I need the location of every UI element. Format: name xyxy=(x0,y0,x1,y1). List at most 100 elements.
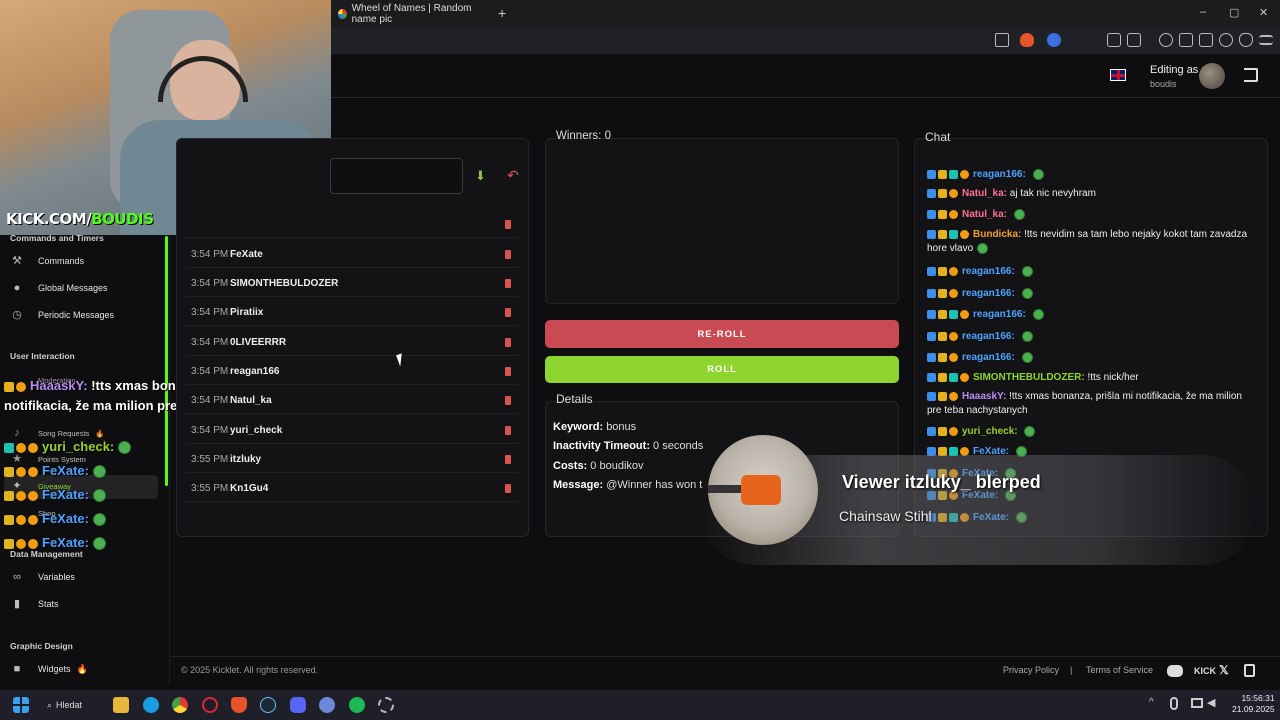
opera-icon[interactable] xyxy=(202,697,218,713)
table-row: 3:54 PM SIMONTHEBULDOZER xyxy=(186,271,519,297)
volume-icon[interactable]: ◀ xyxy=(1207,696,1215,709)
leo-ai-icon[interactable] xyxy=(1219,33,1233,47)
discord-taskbar-icon[interactable] xyxy=(290,697,306,713)
network-icon[interactable] xyxy=(1191,698,1203,708)
share-icon[interactable] xyxy=(995,33,1009,47)
detail-timeout: Inactivity Timeout: 0 seconds xyxy=(553,440,704,452)
chat-title: Chat xyxy=(925,130,951,144)
delete-icon[interactable] xyxy=(505,426,511,435)
entry-name: Piratiix xyxy=(230,307,264,318)
roll-button[interactable]: ROLL xyxy=(545,356,899,383)
sidebar-item-stats[interactable]: ▮ Stats xyxy=(10,596,59,612)
winners-count: Winners: 0 xyxy=(556,130,611,142)
taskbar xyxy=(0,690,1280,720)
entry-input[interactable] xyxy=(330,158,463,194)
delete-icon[interactable] xyxy=(505,455,511,464)
fire-icon: 🔥 xyxy=(95,428,105,438)
brave-icon[interactable] xyxy=(231,697,247,713)
clock[interactable]: 15:56:31 21.09.2025 xyxy=(1232,693,1275,715)
app-icon[interactable] xyxy=(319,697,335,713)
sidebar-item-periodic-messages[interactable]: ◷ Periodic Messages xyxy=(10,307,114,323)
emote-icon xyxy=(118,441,132,455)
microphone-icon[interactable] xyxy=(1170,697,1178,710)
chat-message: reagan166: xyxy=(927,330,1257,344)
delete-icon[interactable] xyxy=(505,396,511,405)
screenshot-icon[interactable] xyxy=(1127,33,1141,47)
sidebar-toggle-icon[interactable] xyxy=(1179,33,1193,47)
new-tab-button[interactable]: + xyxy=(498,5,506,21)
table-row: 3:55 PM Kn1Gu4 xyxy=(186,476,519,502)
taskbar-search[interactable]: ⌕ Hledat xyxy=(47,696,103,714)
extension-icon[interactable] xyxy=(1047,33,1061,47)
download-icon[interactable]: ⬇ xyxy=(475,168,486,184)
sidebar-item-widgets[interactable]: ■ Widgets 🔥 xyxy=(10,661,88,677)
extensions-icon[interactable] xyxy=(1107,33,1121,47)
hammer-icon: ⚒ xyxy=(12,255,22,267)
delete-icon[interactable] xyxy=(505,367,511,376)
user-badges xyxy=(927,209,958,219)
kick-watermark: KICK.COM/BOUDIS xyxy=(6,210,154,228)
file-explorer-icon[interactable] xyxy=(113,697,129,713)
steam-icon[interactable] xyxy=(260,697,276,713)
detail-keyword: Keyword: bonus xyxy=(553,421,637,433)
undo-icon[interactable]: ↶ xyxy=(507,167,519,184)
sidebar-item-variables[interactable]: ∞ Variables xyxy=(10,569,75,585)
delete-icon[interactable] xyxy=(505,338,511,347)
reroll-button[interactable]: RE-ROLL xyxy=(545,320,899,348)
brave-shield-icon[interactable] xyxy=(1020,33,1034,47)
delete-icon[interactable] xyxy=(505,308,511,317)
document-icon[interactable] xyxy=(1244,664,1255,677)
user-badges xyxy=(927,229,969,239)
close-window-button[interactable]: ✕ xyxy=(1259,6,1268,19)
spotify-icon[interactable] xyxy=(349,697,365,713)
menu-icon[interactable] xyxy=(1259,35,1273,45)
vpn-icon[interactable] xyxy=(1239,33,1253,47)
delete-icon[interactable] xyxy=(505,484,511,493)
terms-link[interactable]: Terms of Service xyxy=(1086,665,1153,675)
user-badges xyxy=(927,309,969,319)
chat-username: reagan166: xyxy=(973,169,1026,180)
clock-icon: ◷ xyxy=(12,309,22,321)
chat-message: Natul_ka: aj tak nic nevyhram xyxy=(927,187,1257,201)
chrome-icon[interactable] xyxy=(172,697,188,713)
browser-tab[interactable]: Wheel of Names | Random name pic xyxy=(332,3,492,25)
obs-icon[interactable] xyxy=(378,697,394,713)
entry-name: yuri_check xyxy=(230,425,283,436)
tray-chevron-icon[interactable]: ^ xyxy=(1149,697,1154,708)
bar-chart-icon: ▮ xyxy=(13,598,21,610)
windows-start-icon[interactable] xyxy=(13,697,29,713)
language-flag-icon[interactable] xyxy=(1110,69,1126,81)
delete-icon[interactable] xyxy=(505,279,511,288)
maximize-button[interactable]: ▢ xyxy=(1229,6,1239,19)
sidebar-heading-data: Data Management xyxy=(10,549,83,559)
sidebar-item-label: Widgets xyxy=(38,664,71,674)
delete-icon[interactable] xyxy=(505,250,511,259)
alert-title: Viewer itzluky_ blerped xyxy=(842,472,1041,492)
table-row: 3:54 PM yuri_check xyxy=(186,418,519,444)
avatar[interactable] xyxy=(1199,63,1225,89)
sidebar-item-global-messages[interactable]: ● Global Messages xyxy=(10,280,108,296)
entry-name: SIMONTHEBULDOZER xyxy=(230,278,339,289)
saw-body xyxy=(741,475,781,505)
sidebar-scrollbar[interactable] xyxy=(165,236,168,486)
edge-icon[interactable] xyxy=(143,697,159,713)
privacy-link[interactable]: Privacy Policy xyxy=(1003,665,1059,675)
music-icon[interactable] xyxy=(1159,33,1173,47)
wallet-icon[interactable] xyxy=(1199,33,1213,47)
chat-message: Bundicka: !tts nevidim sa tam lebo nejak… xyxy=(927,228,1257,256)
kick-icon[interactable]: KICK xyxy=(1194,666,1216,676)
detail-costs: Costs: 0 boudikov xyxy=(553,460,644,472)
sidebar-item-commands[interactable]: ⚒ Commands xyxy=(10,253,84,269)
user-badges xyxy=(927,352,958,362)
chat-text: !tts nick/her xyxy=(1087,372,1139,383)
entry-name: 0LIVEERRR xyxy=(230,337,287,348)
minimize-button[interactable]: – xyxy=(1200,6,1206,18)
logout-icon[interactable] xyxy=(1244,68,1258,82)
x-icon[interactable]: 𝕏 xyxy=(1219,663,1229,677)
chainsaw-image xyxy=(708,435,818,545)
discord-icon[interactable] xyxy=(1167,665,1183,677)
wheel-favicon-icon xyxy=(338,9,347,19)
delete-icon[interactable] xyxy=(505,220,511,229)
alert-subtitle: Chainsaw Stihl xyxy=(839,508,932,524)
chat-bubble-icon: ● xyxy=(13,282,21,294)
